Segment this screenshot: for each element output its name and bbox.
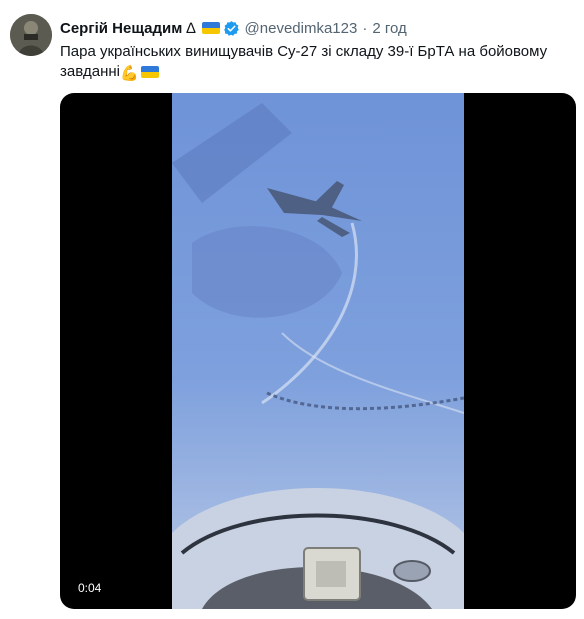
author-handle[interactable]: @nevedimka123 [245, 20, 358, 37]
video-duration: 0:04 [72, 579, 108, 597]
author-name[interactable]: Сергій Нещадим [60, 20, 182, 37]
video-player[interactable]: 0:04 [60, 93, 576, 609]
avatar[interactable] [10, 14, 52, 56]
author-symbol: ∆ [186, 19, 196, 37]
flexed-biceps-emoji: 💪 [120, 65, 139, 82]
tweet-header: Сергій Нещадим ∆ @nevedimka123 · 2 год [60, 18, 407, 38]
tweet[interactable]: Сергій Нещадим ∆ @nevedimka123 · 2 год П… [0, 0, 584, 619]
separator-dot: · [362, 19, 368, 37]
avatar-image [10, 14, 52, 56]
video-thumbnail [172, 93, 464, 609]
video-frame[interactable] [172, 93, 464, 609]
timestamp[interactable]: 2 год [372, 20, 406, 37]
flag-ukraine-icon [140, 66, 159, 79]
verified-badge-icon [223, 20, 239, 36]
tweet-text: Пара українських винищувачів Су-27 зі ск… [60, 42, 560, 84]
flag-ukraine-icon [201, 22, 220, 34]
